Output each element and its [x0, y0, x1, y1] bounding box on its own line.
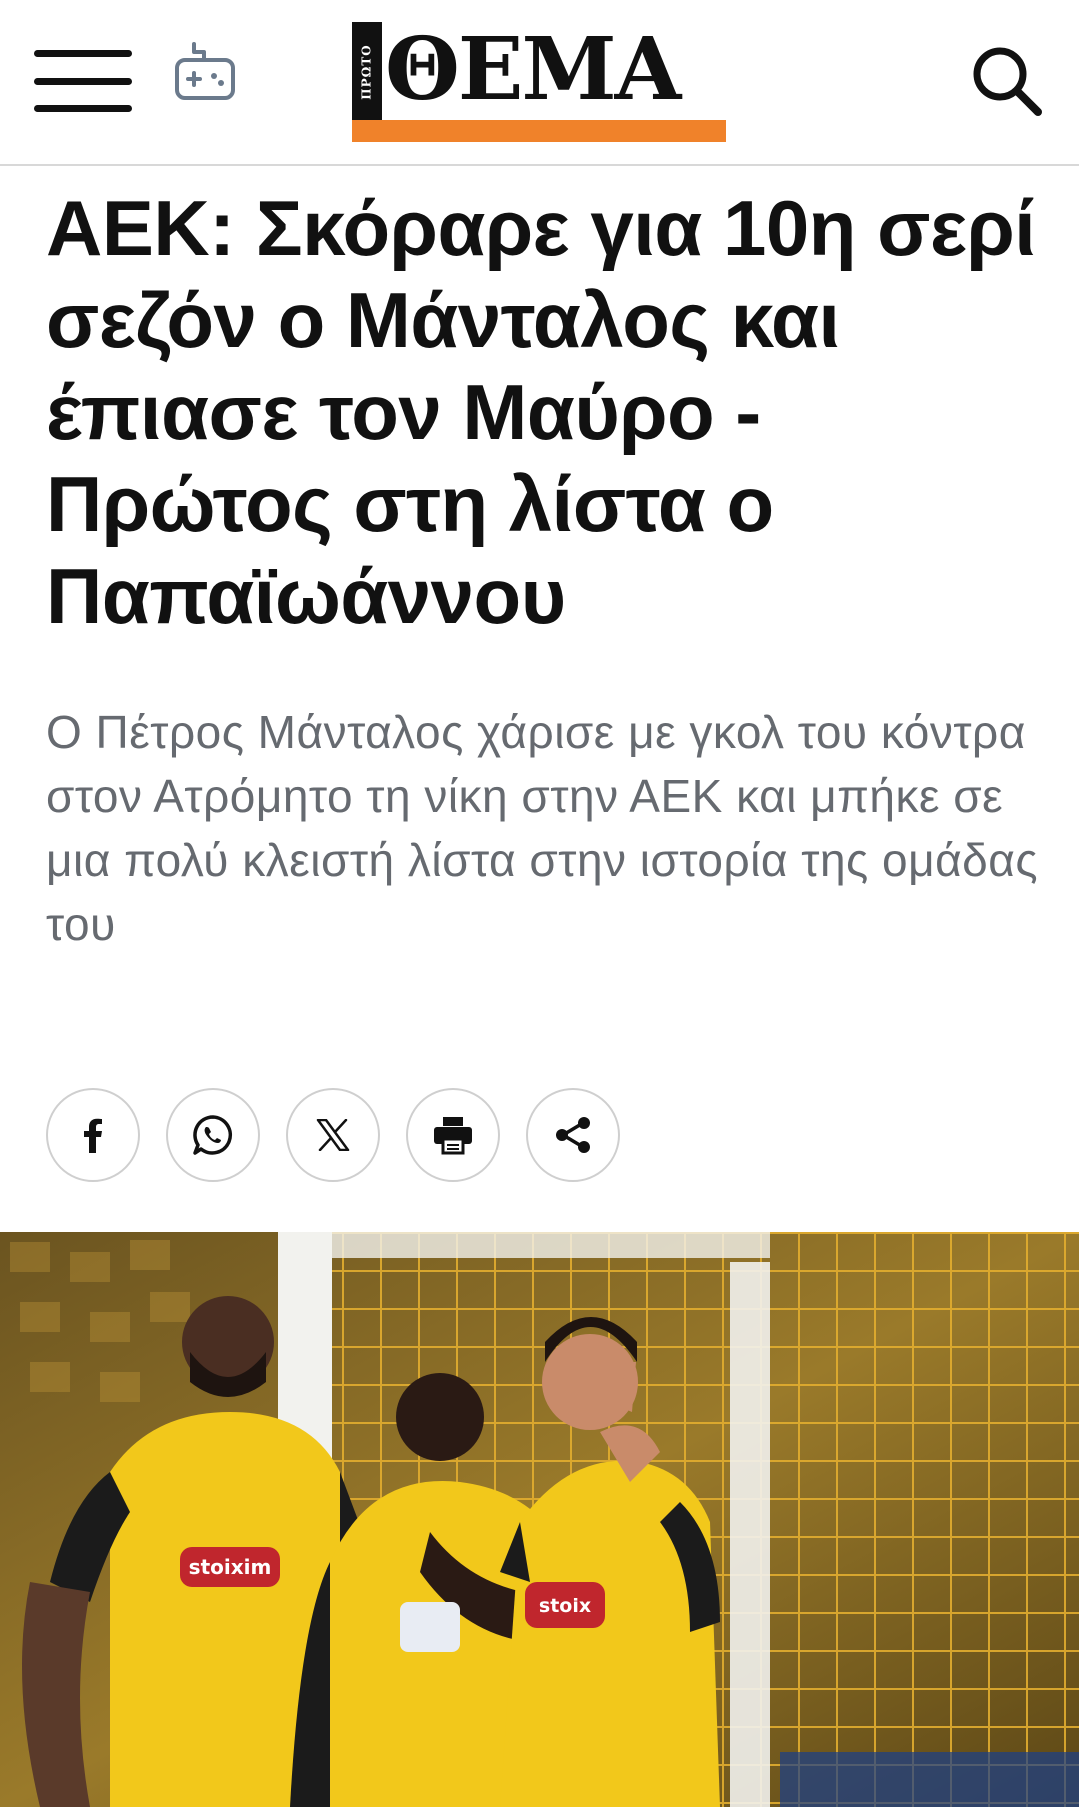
facebook-share-button[interactable] — [46, 1088, 140, 1182]
gamepad-button[interactable] — [172, 38, 238, 104]
share-icon — [556, 1117, 590, 1153]
gamepad-icon — [175, 42, 235, 100]
logo-tag: ΠΡΩΤΟ — [352, 22, 382, 122]
facebook-icon — [84, 1118, 102, 1153]
menu-icon-line — [34, 50, 132, 57]
logo-underline — [352, 120, 726, 142]
search-button[interactable] — [966, 40, 1046, 120]
print-button[interactable] — [406, 1088, 500, 1182]
share-button[interactable] — [526, 1088, 620, 1182]
article-headline: ΑΕΚ: Σκόραρε για 10η σερί σεζόν ο Μάνταλ… — [46, 184, 1036, 640]
site-logo[interactable]: ΠΡΩΤΟ ΘΕΜΑ — [352, 16, 726, 144]
svg-text:stoix: stoix — [539, 1595, 591, 1617]
article-lead: Ο Πέτρος Μάνταλος χάρισε με γκολ του κόν… — [46, 706, 1039, 950]
svg-text:stoixim: stoixim — [189, 1555, 272, 1579]
x-share-button[interactable] — [286, 1088, 380, 1182]
print-icon — [434, 1117, 472, 1155]
article-photo: stoixim stoix — [0, 1232, 1079, 1807]
x-icon — [316, 1119, 350, 1151]
share-bar — [46, 1088, 646, 1184]
site-header: ΠΡΩΤΟ ΘΕΜΑ — [0, 0, 1079, 166]
menu-icon-line — [34, 105, 132, 112]
football-celebration-image: stoixim stoix — [0, 1232, 1079, 1807]
logo-word: ΘΕΜΑ — [385, 19, 681, 120]
menu-button[interactable] — [34, 50, 132, 112]
search-icon — [973, 47, 1042, 116]
menu-icon-line — [34, 77, 132, 85]
whatsapp-share-button[interactable] — [166, 1088, 260, 1182]
whatsapp-icon — [193, 1115, 233, 1155]
logo-small-text: ΠΡΩΤΟ — [360, 44, 375, 100]
